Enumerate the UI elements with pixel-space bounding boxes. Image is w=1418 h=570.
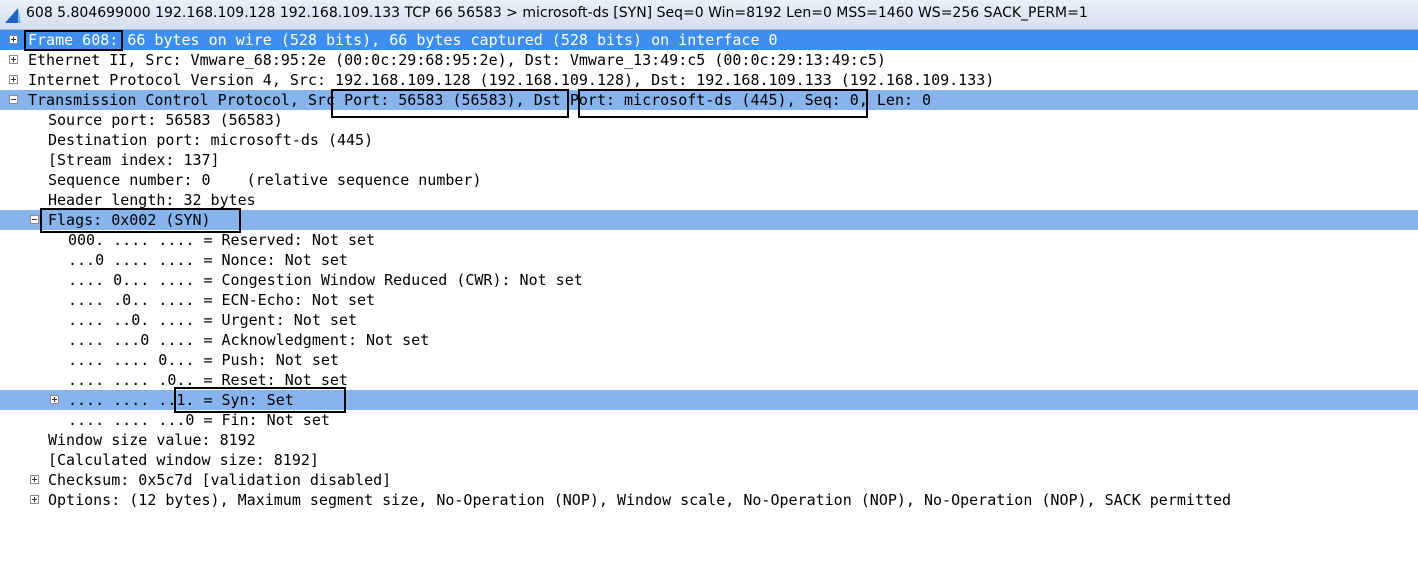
tree-row-label: Flags: 0x002 (SYN) [48,211,211,229]
packet-details-tree: Frame 608: 66 bytes on wire (528 bits), … [0,30,1418,510]
tree-row-flag-push[interactable]: .... .... 0... = Push: Not set [0,350,1418,370]
tree-row-label: .... .... .0.. = Reset: Not set [68,371,348,389]
tree-row-seq[interactable]: Sequence number: 0 (relative sequence nu… [0,170,1418,190]
tree-row-label: 000. .... .... = Reserved: Not set [68,231,376,249]
tree-row-label: Options: (12 bytes), Maximum segment siz… [48,491,1232,509]
tree-row-flag-urg[interactable]: .... ..0. .... = Urgent: Not set [0,310,1418,330]
tree-row-flag-ecn[interactable]: .... .0.. .... = ECN-Echo: Not set [0,290,1418,310]
tree-row-header-length[interactable]: Header length: 32 bytes [0,190,1418,210]
tree-row-label: Internet Protocol Version 4, Src: 192.16… [28,71,995,89]
tree-row-flags[interactable]: Flags: 0x002 (SYN) [0,210,1418,230]
collapse-minus-icon[interactable] [30,215,39,224]
tree-row-flag-fin[interactable]: .... .... ...0 = Fin: Not set [0,410,1418,430]
tree-row-label: .... ..0. .... = Urgent: Not set [68,311,357,329]
tree-row-stream-index[interactable]: [Stream index: 137] [0,150,1418,170]
tree-row-label: Transmission Control Protocol, Src Port:… [28,91,932,109]
expand-plus-icon[interactable] [30,495,39,504]
tree-row-flag-syn[interactable]: .... .... ..1. = Syn: Set [0,390,1418,410]
tree-row-label: Destination port: microsoft-ds (445) [48,131,374,149]
tree-row-calc-window[interactable]: [Calculated window size: 8192] [0,450,1418,470]
collapse-minus-icon[interactable] [9,95,18,104]
tree-row-label: .... 0... .... = Congestion Window Reduc… [68,271,583,289]
tree-row-tcp[interactable]: Transmission Control Protocol, Src Port:… [0,90,1418,110]
tree-row-label: Ethernet II, Src: Vmware_68:95:2e (00:0c… [28,51,886,69]
tree-row-checksum[interactable]: Checksum: 0x5c7d [validation disabled] [0,470,1418,490]
tree-row-flag-reset[interactable]: .... .... .0.. = Reset: Not set [0,370,1418,390]
tree-row-label: Source port: 56583 (56583) [48,111,283,129]
tree-row-flag-ack[interactable]: .... ...0 .... = Acknowledgment: Not set [0,330,1418,350]
tree-row-label: [Stream index: 137] [48,151,220,169]
tree-row-label: .... ...0 .... = Acknowledgment: Not set [68,331,430,349]
tree-row-window-size[interactable]: Window size value: 8192 [0,430,1418,450]
tree-row-label: .... .... 0... = Push: Not set [68,351,339,369]
tree-row-label: Checksum: 0x5c7d [validation disabled] [48,471,392,489]
tree-row-ip[interactable]: Internet Protocol Version 4, Src: 192.16… [0,70,1418,90]
tree-row-flag-cwr[interactable]: .... 0... .... = Congestion Window Reduc… [0,270,1418,290]
tree-row-label: ...0 .... .... = Nonce: Not set [68,251,348,269]
tree-row-label: Header length: 32 bytes [48,191,256,209]
packet-title-bar: 608 5.804699000 192.168.109.128 192.168.… [0,0,1418,30]
expand-plus-icon[interactable] [30,475,39,484]
packet-summary-title: 608 5.804699000 192.168.109.128 192.168.… [26,5,1088,21]
tree-row-frame[interactable]: Frame 608: 66 bytes on wire (528 bits), … [0,30,1418,50]
tree-row-label: [Calculated window size: 8192] [48,451,319,469]
tree-row-ethernet[interactable]: Ethernet II, Src: Vmware_68:95:2e (00:0c… [0,50,1418,70]
tree-row-flag-nonce[interactable]: ...0 .... .... = Nonce: Not set [0,250,1418,270]
tree-row-label: Sequence number: 0 (relative sequence nu… [48,171,482,189]
expand-plus-icon[interactable] [50,395,59,404]
expand-plus-icon[interactable] [9,35,18,44]
tree-row-dst-port[interactable]: Destination port: microsoft-ds (445) [0,130,1418,150]
expand-plus-icon[interactable] [9,55,18,64]
tree-row-src-port[interactable]: Source port: 56583 (56583) [0,110,1418,130]
tree-row-label: Window size value: 8192 [48,431,256,449]
wireshark-fin-icon [5,8,21,23]
tree-row-label: .... .... ..1. = Syn: Set [68,391,294,409]
tree-row-flag-reserved[interactable]: 000. .... .... = Reserved: Not set [0,230,1418,250]
tree-row-options[interactable]: Options: (12 bytes), Maximum segment siz… [0,490,1418,510]
expand-plus-icon[interactable] [9,75,18,84]
tree-row-label: Frame 608: 66 bytes on wire (528 bits), … [28,31,778,49]
tree-row-label: .... .... ...0 = Fin: Not set [68,411,330,429]
tree-row-label: .... .0.. .... = ECN-Echo: Not set [68,291,376,309]
